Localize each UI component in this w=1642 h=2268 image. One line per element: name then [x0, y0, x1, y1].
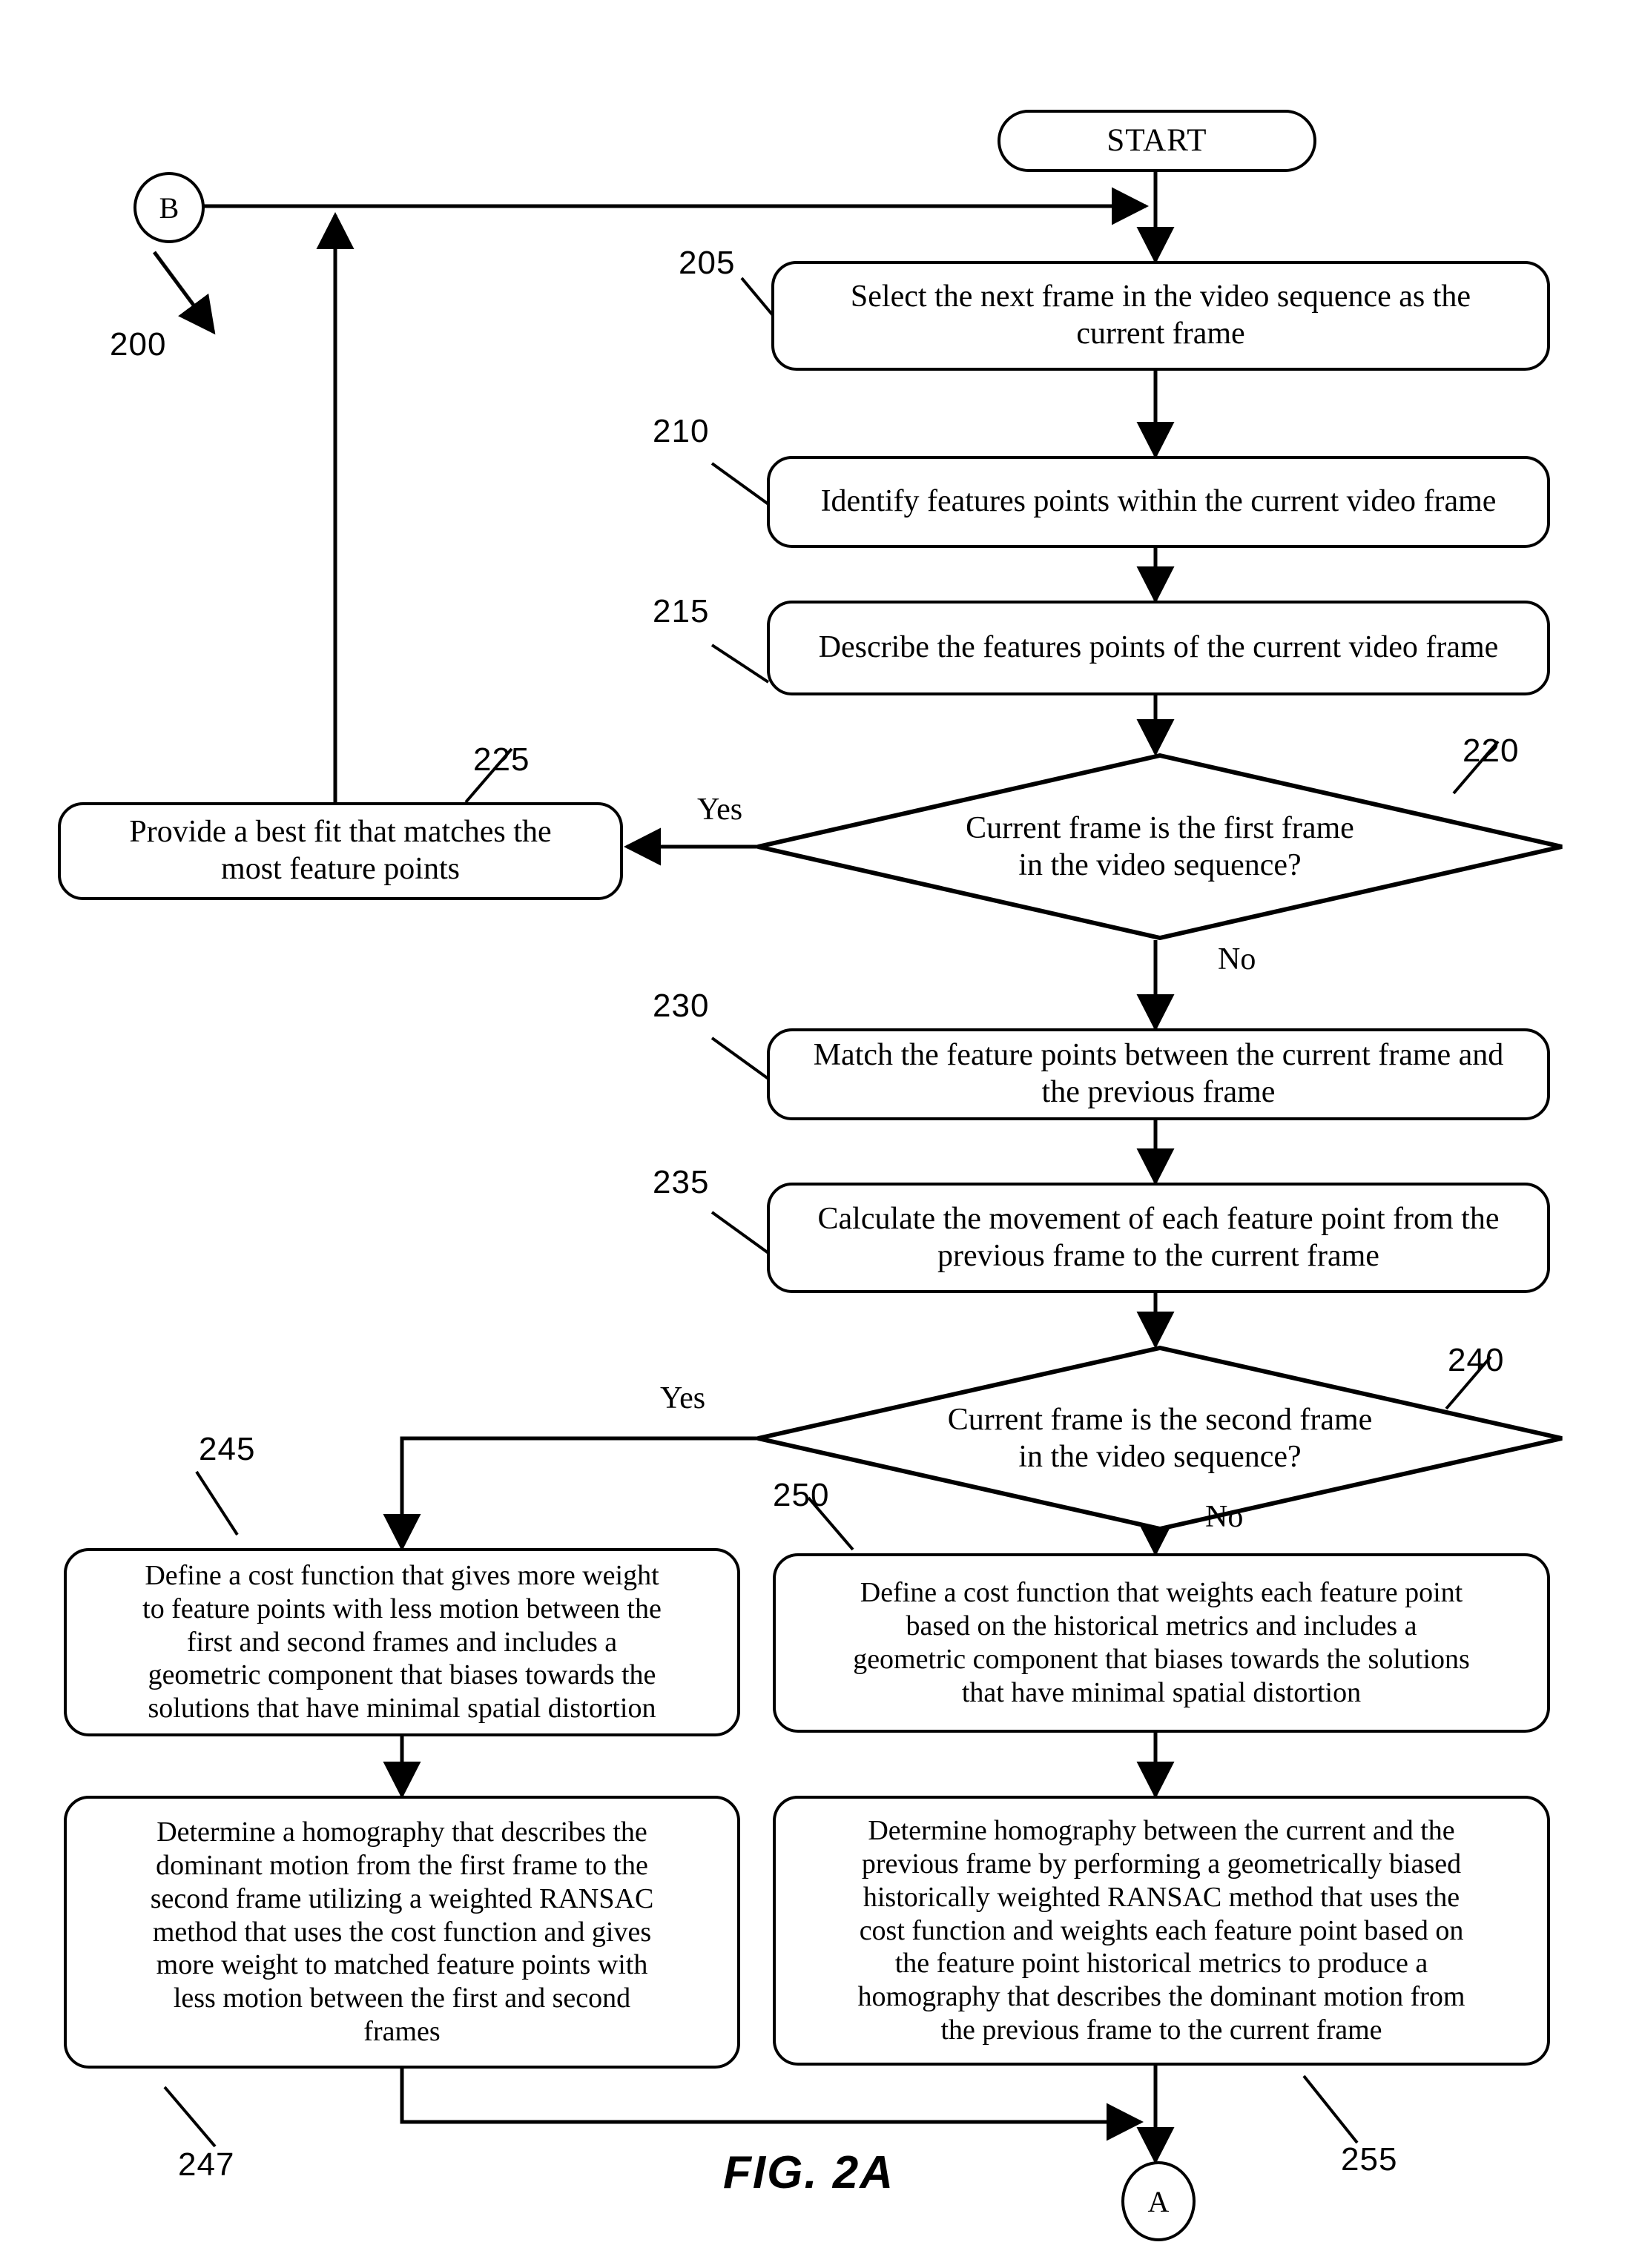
- process-235: Calculate the movement of each feature p…: [767, 1183, 1550, 1293]
- leader-235: [710, 1211, 770, 1254]
- ref-245: 245: [199, 1431, 256, 1467]
- wire-240-yes-to-245: [383, 1436, 782, 1552]
- edge-label-220-no: No: [1218, 942, 1256, 976]
- edge-label-240-yes: Yes: [660, 1381, 706, 1415]
- connector-a: A: [1121, 2161, 1196, 2241]
- figure-canvas: START B Select the next frame in the vid…: [0, 0, 1642, 2268]
- process-205-text: Select the next frame in the video seque…: [850, 280, 1471, 351]
- process-230-text: Match the feature points between the cur…: [813, 1038, 1504, 1109]
- connector-b: B: [133, 172, 205, 243]
- terminal-start: START: [998, 110, 1316, 172]
- wire-247-to-a-spine: [400, 2069, 1144, 2141]
- decision-220: Current frame is the first frame in the …: [755, 753, 1565, 941]
- leader-210: [710, 462, 770, 506]
- figure-label: FIG. 2A: [723, 2147, 895, 2198]
- process-230: Match the feature points between the cur…: [767, 1028, 1550, 1120]
- ref-220: 220: [1463, 733, 1520, 769]
- process-250: Define a cost function that weights each…: [773, 1553, 1550, 1733]
- ref-235: 235: [653, 1164, 710, 1200]
- terminal-start-label: START: [1107, 122, 1207, 158]
- process-225-text: Provide a best fit that matches the most…: [129, 815, 552, 886]
- ref-200: 200: [110, 326, 167, 363]
- leader-245: [195, 1470, 239, 1536]
- edge-label-240-no: No: [1205, 1500, 1244, 1534]
- process-245: Define a cost function that gives more w…: [64, 1548, 740, 1736]
- ref-230: 230: [653, 988, 710, 1024]
- process-215: Describe the features points of the curr…: [767, 601, 1550, 695]
- process-250-text: Define a cost function that weights each…: [853, 1577, 1470, 1708]
- ref-240: 240: [1448, 1342, 1505, 1378]
- process-255: Determine homography between the current…: [773, 1796, 1550, 2066]
- edge-label-220-yes: Yes: [697, 793, 743, 827]
- connector-a-label: A: [1147, 2184, 1170, 2218]
- leader-215: [710, 644, 770, 684]
- process-235-text: Calculate the movement of each feature p…: [817, 1201, 1500, 1273]
- process-215-text: Describe the features points of the curr…: [818, 630, 1499, 665]
- ref-205: 205: [679, 245, 736, 281]
- process-255-text: Determine homography between the current…: [857, 1815, 1465, 2046]
- ref-247: 247: [178, 2146, 235, 2183]
- decision-240: Current frame is the second frame in the…: [755, 1345, 1565, 1532]
- process-245-text: Define a cost function that gives more w…: [142, 1559, 662, 1725]
- process-210-text: Identify features points within the curr…: [820, 484, 1497, 519]
- process-210: Identify features points within the curr…: [767, 456, 1550, 548]
- ref-215: 215: [653, 593, 710, 629]
- leader-247: [163, 2086, 217, 2148]
- leader-200: [152, 251, 216, 335]
- ref-250: 250: [773, 1477, 830, 1513]
- decision-220-text: Current frame is the first frame in the …: [966, 810, 1354, 882]
- leader-255: [1302, 2074, 1359, 2144]
- ref-225: 225: [473, 741, 530, 778]
- process-205: Select the next frame in the video seque…: [771, 261, 1550, 371]
- process-225: Provide a best fit that matches the most…: [58, 802, 623, 900]
- ref-210: 210: [653, 413, 710, 449]
- decision-240-text: Current frame is the second frame in the…: [947, 1402, 1373, 1474]
- process-247-text: Determine a homography that describes th…: [150, 1816, 654, 2048]
- ref-255: 255: [1341, 2141, 1398, 2178]
- connector-b-label: B: [159, 191, 179, 225]
- leader-230: [710, 1037, 770, 1080]
- process-247: Determine a homography that describes th…: [64, 1796, 740, 2069]
